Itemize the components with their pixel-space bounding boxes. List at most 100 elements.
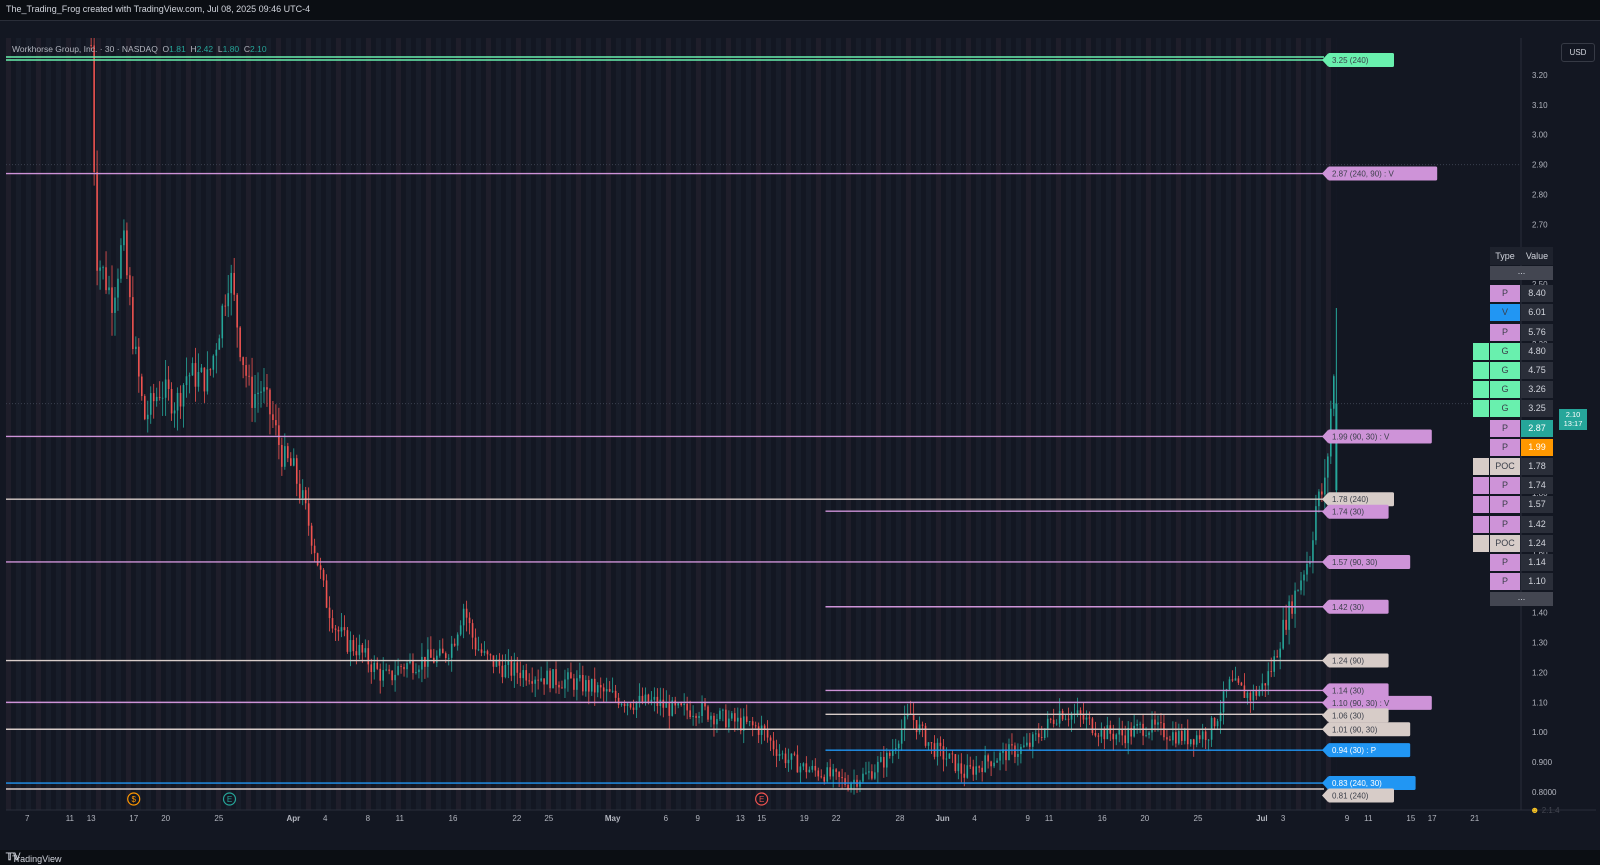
x-tick-label: Jun: [935, 814, 949, 823]
candle-body: [981, 767, 983, 772]
x-tick-label: 25: [1194, 814, 1203, 823]
x-tick-label: 13: [736, 814, 745, 823]
candle-body: [1151, 719, 1153, 733]
candle-body: [361, 644, 364, 653]
session-stripe: [286, 38, 291, 810]
candle-body: [278, 425, 280, 445]
candle-body: [653, 696, 656, 700]
candle-body: [888, 752, 891, 756]
candle-body: [677, 703, 680, 706]
candle-body: [120, 245, 122, 279]
candle-body: [93, 45, 95, 173]
version-badge: ☻ 2.1.4: [1530, 805, 1560, 815]
candle-body: [227, 293, 230, 307]
high-value: 2.42: [196, 44, 214, 54]
candle-body: [1049, 718, 1052, 720]
session-stripe: [476, 38, 481, 810]
table-type-cell: P: [1490, 573, 1520, 591]
candle-body: [132, 297, 134, 350]
session-stripe: [346, 38, 351, 810]
session-stripe: [636, 38, 641, 810]
candle-body: [218, 338, 221, 350]
candle-body: [1312, 540, 1314, 562]
candle-body: [96, 172, 98, 271]
chart-area[interactable]: 3.25 (240) 2.87 (240, 90) : V 1.99 (90, 30…: [6, 38, 1596, 850]
candle-body: [355, 651, 358, 656]
candle-body: [135, 346, 137, 350]
candle-body: [999, 752, 1001, 761]
session-stripe: [876, 38, 881, 810]
candle-body: [1261, 683, 1264, 690]
candle-body: [1252, 690, 1255, 701]
candle-body: [1172, 732, 1174, 741]
session-stripe: [456, 38, 461, 810]
candle-body: [638, 695, 641, 703]
candle-body: [1195, 735, 1198, 745]
table-value-cell: 1.42: [1521, 515, 1553, 533]
session-stripe: [216, 38, 221, 810]
candle-body: [1070, 714, 1073, 720]
bar-countdown: 13:17: [1563, 419, 1583, 428]
session-stripe: [1046, 38, 1051, 810]
candle-body: [176, 392, 179, 411]
table-value-cell: 1.78: [1521, 458, 1553, 475]
candle-body: [480, 649, 483, 653]
candle-body: [692, 715, 694, 718]
table-value-cell: 6.01: [1521, 304, 1553, 322]
table-header-value: Value: [1521, 247, 1553, 265]
session-stripe: [706, 38, 711, 810]
candle-body: [1115, 734, 1118, 740]
candle-body: [772, 740, 775, 750]
candle-body: [260, 391, 262, 393]
candle-body: [531, 681, 533, 684]
session-stripe: [316, 38, 321, 810]
candle-body: [248, 375, 250, 377]
candle-body: [534, 679, 536, 684]
session-stripe: [556, 38, 561, 810]
candle-body: [900, 729, 903, 744]
candle-body: [829, 767, 831, 777]
candle-body: [1061, 710, 1064, 720]
level-label-arrow: [1322, 429, 1328, 443]
candle-body: [838, 771, 840, 777]
y-tick-label: 3.20: [1532, 71, 1548, 80]
candle-body: [146, 414, 149, 420]
candle-body: [1145, 735, 1147, 736]
candle-body: [1273, 656, 1276, 672]
x-tick-label: 19: [800, 814, 809, 823]
session-stripe: [436, 38, 441, 810]
candle-body: [111, 287, 113, 313]
session-stripe: [1136, 38, 1141, 810]
session-stripe: [966, 38, 971, 810]
table-value-cell: 8.40: [1521, 285, 1553, 303]
session-stripe: [16, 38, 21, 810]
candle-body: [930, 742, 933, 744]
candle-body: [865, 772, 867, 774]
candle-body: [573, 678, 575, 690]
session-stripe: [1106, 38, 1111, 810]
candle-body: [412, 660, 414, 674]
candle-body: [117, 278, 119, 298]
price-chart-svg[interactable]: 3.25 (240) 2.87 (240, 90) : V 1.99 (90, 30…: [6, 38, 1596, 850]
session-stripe: [836, 38, 841, 810]
candle-body: [322, 569, 325, 581]
x-tick-label: 15: [757, 814, 766, 823]
candle-body: [546, 670, 548, 685]
table-value-cell: 1.10: [1521, 573, 1553, 591]
candle-body: [602, 687, 605, 692]
session-stripe: [1076, 38, 1081, 810]
candle-body: [525, 670, 528, 681]
candle-body: [1163, 723, 1165, 738]
session-stripe: [396, 38, 401, 810]
candle-body: [596, 685, 599, 693]
candle-body: [281, 444, 283, 467]
candle-body: [513, 662, 516, 676]
candle-body: [647, 694, 650, 703]
candle-body: [1148, 732, 1150, 736]
currency-button[interactable]: USD: [1561, 43, 1595, 62]
candle-body: [501, 665, 504, 678]
candle-body: [382, 670, 384, 681]
level-label-arrow: [1322, 789, 1328, 803]
candle-body: [737, 717, 739, 722]
x-tick-label: 21: [1470, 814, 1479, 823]
